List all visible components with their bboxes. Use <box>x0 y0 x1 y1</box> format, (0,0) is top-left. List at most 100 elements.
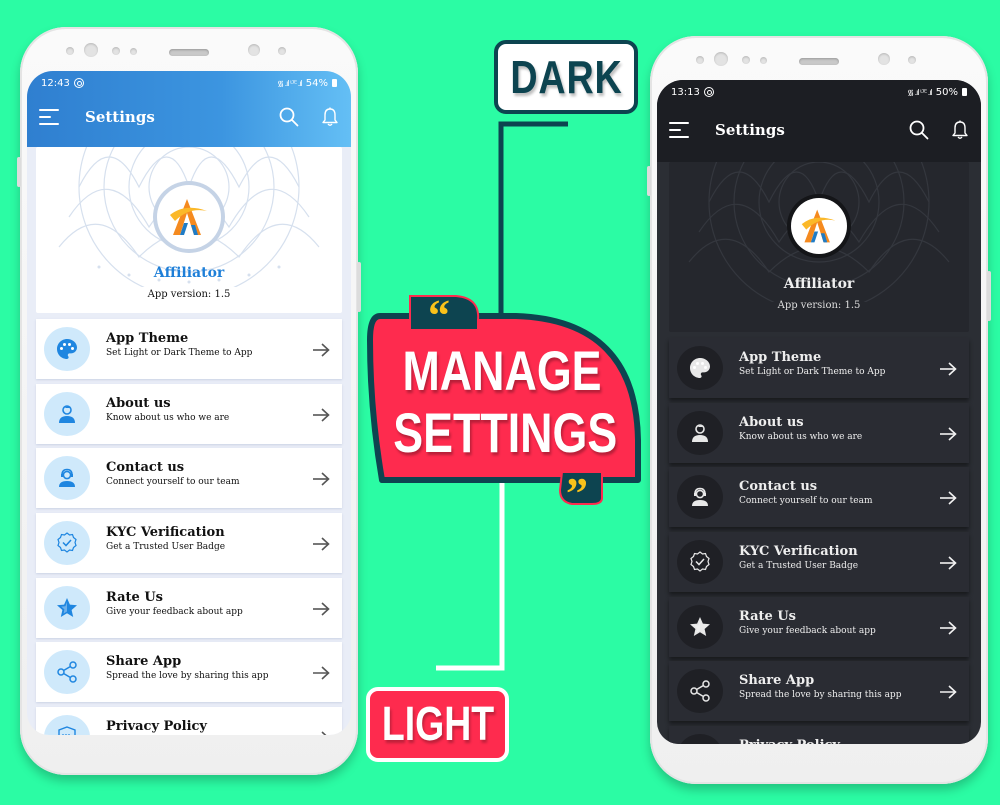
settings-item-app-theme[interactable]: App Theme Set Light or Dark Theme to App <box>669 338 969 398</box>
arrow-right-icon[interactable] <box>939 684 957 700</box>
item-subtitle: Set Light or Dark Theme to App <box>106 348 253 358</box>
share-icon <box>44 650 90 695</box>
arrow-right-icon[interactable] <box>312 342 330 357</box>
dark-theme-label: DARK <box>494 40 638 114</box>
item-subtitle: Know about us who we are <box>739 431 863 442</box>
signal-icon: ᯾ .ıl ᴸᵀᴱ .ıl <box>277 78 303 88</box>
item-text: App Theme Set Light or Dark Theme to App <box>106 331 252 358</box>
shield-icon <box>677 734 723 744</box>
headline-line-1: MANAGE <box>402 339 602 402</box>
open-quote-icon: “ <box>428 296 450 326</box>
light-theme-label: LIGHT <box>366 687 509 762</box>
front-camera <box>84 43 98 57</box>
app-bar: 13:13 ᯾ .ıl ᴸᵀᴱ .ıl 50% Settings <box>657 80 981 162</box>
verified-badge-icon <box>677 540 723 585</box>
settings-item-contact-us[interactable]: Contact us Connect yourself to our team <box>36 448 342 509</box>
close-quote-icon: ” <box>566 474 588 502</box>
arrow-right-icon[interactable] <box>939 490 957 505</box>
settings-item-contact-us[interactable]: Contact us Connect yourself to our team <box>669 467 969 528</box>
battery-percent: 50% <box>935 86 958 98</box>
settings-item-privacy-policy[interactable]: Privacy Policy <box>36 707 342 735</box>
arrow-right-icon[interactable] <box>312 665 330 681</box>
verified-badge-icon <box>44 521 90 566</box>
item-title: Share App <box>739 673 815 689</box>
arrow-right-icon[interactable] <box>312 730 330 735</box>
sensor-dot <box>112 47 120 55</box>
item-title: KYC Verification <box>739 544 858 560</box>
item-title: App Theme <box>739 350 822 365</box>
app-version: App version: 1.5 <box>777 300 861 311</box>
item-text: About us Know about us who we are <box>106 396 229 423</box>
settings-item-share-app[interactable]: Share App Spread the love by sharing thi… <box>36 642 342 703</box>
item-text: KYC Verification Get a Trusted User Badg… <box>106 525 225 552</box>
arrow-right-icon[interactable] <box>312 471 330 486</box>
volume-button <box>647 166 651 196</box>
star-icon <box>44 585 90 630</box>
hamburger-icon[interactable] <box>669 122 689 138</box>
item-subtitle: Connect yourself to our team <box>106 477 240 488</box>
support-agent-icon <box>44 456 90 501</box>
star-icon <box>677 604 723 649</box>
sensor-dot <box>742 56 750 64</box>
page-title: Settings <box>715 121 785 139</box>
status-bar: 13:13 ᯾ .ıl ᴸᵀᴱ .ıl 50% <box>671 85 967 99</box>
arrow-right-icon[interactable] <box>939 426 957 441</box>
light-label-text: LIGHT <box>381 698 494 751</box>
settings-item-about-us[interactable]: About us Know about us who we are <box>36 383 342 444</box>
item-title: KYC Verification <box>106 525 225 541</box>
settings-item-privacy-policy[interactable]: Privacy Policy <box>669 726 969 744</box>
item-title: Contact us <box>106 460 185 476</box>
shield-icon <box>44 715 90 735</box>
status-bar: 12:43 ᯾ .ıl ᴸᵀᴱ .ıl 54% <box>41 76 337 90</box>
arrow-right-icon[interactable] <box>939 620 957 635</box>
settings-item-app-theme[interactable]: App Theme Set Light or Dark Theme to App <box>36 319 342 379</box>
status-time: 12:43 <box>41 77 70 89</box>
item-subtitle: Connect yourself to our team <box>739 496 873 507</box>
battery-percent: 54% <box>305 77 328 89</box>
item-title: Share App <box>106 654 182 670</box>
arrow-right-icon[interactable] <box>312 536 330 551</box>
settings-gear-icon <box>703 87 714 97</box>
sensor-dot <box>278 47 286 55</box>
settings-item-rate-us[interactable]: Rate Us Give your feedback about app <box>36 577 342 638</box>
item-text: Contact us Connect yourself to our team <box>106 460 239 487</box>
hamburger-icon[interactable] <box>39 109 59 125</box>
item-text: Rate Us Give your feedback about app <box>739 609 876 636</box>
user-icon <box>677 410 723 455</box>
arrow-right-icon[interactable] <box>939 361 957 376</box>
palette-icon <box>44 327 90 371</box>
arrow-right-icon[interactable] <box>312 601 330 616</box>
item-subtitle: Give your feedback about app <box>106 606 243 617</box>
dark-label-text: DARK <box>509 51 623 103</box>
item-text: Rate Us Give your feedback about app <box>106 590 243 617</box>
arrow-right-icon[interactable] <box>312 407 330 422</box>
iris-sensor <box>878 53 890 65</box>
item-title: Privacy Policy <box>739 738 840 744</box>
settings-item-share-app[interactable]: Share App Spread the love by sharing thi… <box>669 661 969 722</box>
search-icon[interactable] <box>279 107 299 127</box>
toolbar: Settings <box>657 110 981 150</box>
item-title: Contact us <box>739 479 818 495</box>
svg-text:”: ” <box>566 474 588 502</box>
item-title: About us <box>739 414 804 430</box>
volume-button <box>17 157 21 187</box>
settings-item-kyc-verification[interactable]: KYC Verification Get a Trusted User Badg… <box>36 513 342 574</box>
bell-icon[interactable] <box>321 107 339 127</box>
search-icon[interactable] <box>909 120 929 140</box>
settings-item-about-us[interactable]: About us Know about us who we are <box>669 402 969 463</box>
signal-icon: ᯾ .ıl ᴸᵀᴱ .ıl <box>907 87 933 97</box>
power-button <box>357 262 361 312</box>
dark-connector-line <box>498 121 568 318</box>
bell-icon[interactable] <box>951 120 969 140</box>
power-button <box>987 271 991 321</box>
settings-item-rate-us[interactable]: Rate Us Give your feedback about app <box>669 596 969 657</box>
sensor-dot <box>760 57 767 64</box>
toolbar: Settings <box>27 97 351 137</box>
arrow-right-icon[interactable] <box>939 555 957 570</box>
palette-icon <box>677 346 723 390</box>
settings-item-kyc-verification[interactable]: KYC Verification Get a Trusted User Badg… <box>669 532 969 593</box>
item-subtitle: Get a Trusted User Badge <box>106 542 226 553</box>
sensor-dot <box>696 56 704 64</box>
light-screen: 12:43 ᯾ .ıl ᴸᵀᴱ .ıl 54% Settings Affilia… <box>27 71 351 735</box>
iris-sensor <box>248 44 260 56</box>
